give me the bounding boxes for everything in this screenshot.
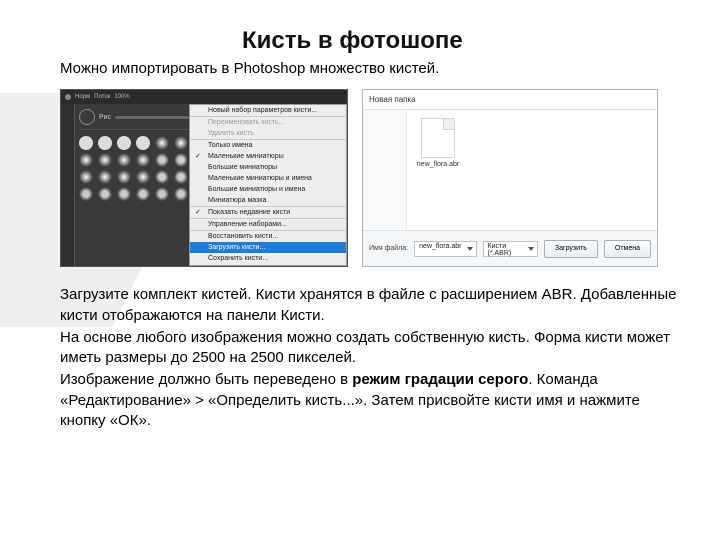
menu-item-new-preset[interactable]: Новый набор параметров кисти... [190,105,346,116]
brush-swatch[interactable] [155,136,169,150]
menu-item-small-list[interactable]: Маленькие миниатюры и имена [190,173,346,184]
brush-size-label: Рис [99,114,111,121]
file-icon [421,118,455,158]
filename-label: Имя файла: [369,245,408,252]
brush-swatch[interactable] [155,153,169,167]
brush-swatch[interactable] [79,187,93,201]
menu-item-rename: Переименовать кисть... [190,116,346,128]
paragraph-2: На основе любого изображения можно созда… [60,328,680,369]
menu-item-label: Маленькие миниатюры [208,153,284,160]
brush-swatch[interactable] [98,153,112,167]
file-name-label: new_flora.abr [415,161,461,168]
brush-swatch[interactable] [117,136,131,150]
paragraph-3: Изображение должно быть переведено в реж… [60,370,680,431]
menu-item-save-brushes[interactable]: Сохранить кисти... [190,253,346,264]
brush-swatch[interactable] [79,136,93,150]
brush-swatch[interactable] [117,187,131,201]
brush-icon [65,94,71,100]
page-title: Кисть в фотошопе [242,28,680,54]
menu-item-label: Показать недавние кисти [208,209,290,216]
brush-flyout-menu: Новый набор параметров кисти... Переимен… [189,104,347,266]
brush-swatch[interactable] [79,170,93,184]
menu-item-small-thumb[interactable]: ✓ Маленькие миниатюры [190,151,346,162]
dialog-file-pane: new_flora.abr [407,110,657,230]
cancel-button[interactable]: Отмена [604,240,651,258]
brush-swatch[interactable] [117,153,131,167]
paragraph-3-bold: режим градации серого [352,371,528,388]
dialog-footer: Имя файла: new_flora.abr Кисти (*.ABR) З… [363,230,657,266]
dialog-nav-pane [363,110,407,230]
brush-swatch[interactable] [79,153,93,167]
brush-swatch[interactable] [174,153,188,167]
file-open-dialog: Новая папка new_flora.abr Имя файла: new… [362,89,658,267]
ps-toolbar [61,104,75,266]
brush-swatch[interactable] [174,136,188,150]
brush-swatch[interactable] [117,170,131,184]
brush-preview-icon [79,109,95,125]
menu-item-delete: Удалить кисть [190,128,346,139]
checkmark-icon: ✓ [195,152,201,160]
menu-item-load-brushes[interactable]: Загрузить кисти... [190,242,346,253]
menu-item-mask-thumb[interactable]: Миниатюра мазка [190,195,346,206]
menu-item-manage[interactable]: Управление наборами... [190,218,346,230]
menu-item-reset[interactable]: Восстановить кисти... [190,230,346,242]
blend-mode-label: Норм [75,94,90,100]
flow-value: 100% [114,94,129,100]
brush-swatch[interactable] [98,170,112,184]
brush-swatch[interactable] [98,136,112,150]
paragraph-1: Загрузите комплект кистей. Кисти хранятс… [60,285,680,326]
figures-row: Норм Поток 100% Рис [60,89,680,267]
checkmark-icon: ✓ [195,208,201,216]
menu-item-large-thumb[interactable]: Большие миниатюры [190,162,346,173]
filename-combo[interactable]: new_flora.abr [414,241,476,257]
brush-swatch[interactable] [136,187,150,201]
menu-item-large-list[interactable]: Большие миниатюры и имена [190,184,346,195]
menu-item-show-recent[interactable]: ✓ Показать недавние кисти [190,206,346,218]
brush-swatch[interactable] [136,153,150,167]
brush-swatch[interactable] [136,136,150,150]
brush-swatch[interactable] [155,187,169,201]
dialog-location: Новая папка [363,90,657,110]
intro-text: Можно импортировать в Photoshop множеств… [60,60,680,77]
load-button[interactable]: Загрузить [544,240,598,258]
brush-swatch[interactable] [98,187,112,201]
brush-swatch[interactable] [136,170,150,184]
filetype-combo[interactable]: Кисти (*.ABR) [483,241,538,257]
paragraph-3a: Изображение должно быть переведено в [60,371,352,388]
flow-label: Поток [94,94,110,100]
brush-swatch[interactable] [174,187,188,201]
photoshop-brush-panel: Норм Поток 100% Рис [60,89,348,267]
brush-swatch[interactable] [174,170,188,184]
brush-swatch[interactable] [155,170,169,184]
file-item[interactable]: new_flora.abr [415,118,461,168]
ps-options-bar: Норм Поток 100% [61,90,347,104]
menu-item-names-only[interactable]: Только имена [190,139,346,151]
